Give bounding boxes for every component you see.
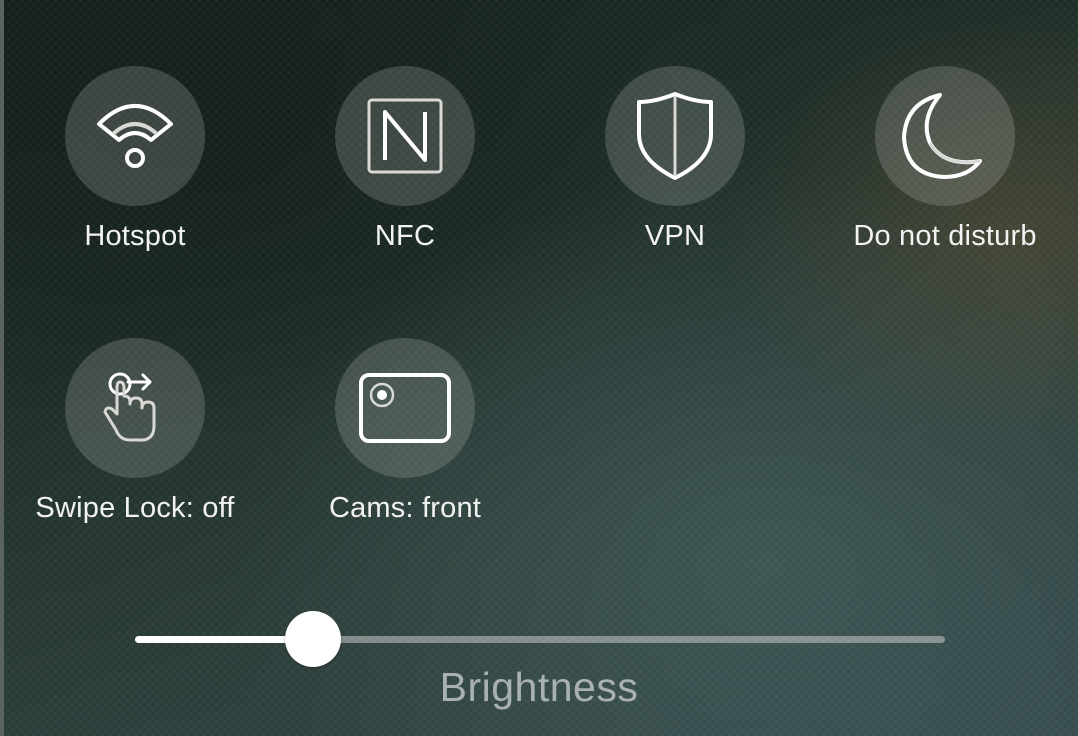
front-camera-icon [359, 373, 451, 443]
nfc-button-circle[interactable] [335, 66, 475, 206]
swipe-lock-toggle[interactable]: Swipe Lock: off [0, 338, 270, 558]
cams-label: Cams: front [328, 492, 482, 524]
vpn-shield-icon [637, 92, 713, 180]
nfc-toggle[interactable]: NFC [270, 66, 540, 286]
hotspot-toggle[interactable]: Hotspot [0, 66, 270, 286]
vpn-toggle[interactable]: VPN [540, 66, 810, 286]
hotspot-icon [97, 104, 173, 168]
swipe-lock-label: Swipe Lock: off [35, 492, 235, 524]
nfc-icon [367, 98, 443, 174]
vpn-label: VPN [644, 220, 706, 252]
nfc-label: NFC [374, 220, 436, 252]
brightness-slider-handle[interactable] [285, 611, 342, 667]
hotspot-button-circle[interactable] [65, 66, 205, 206]
do-not-disturb-toggle[interactable]: Do not disturb [810, 66, 1078, 286]
vpn-button-circle[interactable] [605, 66, 745, 206]
swipe-lock-button-circle[interactable] [65, 338, 205, 478]
do-not-disturb-button-circle[interactable] [875, 66, 1015, 206]
swipe-lock-icon [103, 372, 156, 442]
cams-button-circle[interactable] [335, 338, 475, 478]
brightness-label: Brightness [439, 664, 639, 710]
brightness-slider-track[interactable] [135, 611, 945, 667]
moon-icon [902, 93, 982, 179]
do-not-disturb-label: Do not disturb [853, 220, 1037, 252]
cams-toggle[interactable]: Cams: front [270, 338, 540, 558]
hotspot-label: Hotspot [84, 220, 186, 252]
